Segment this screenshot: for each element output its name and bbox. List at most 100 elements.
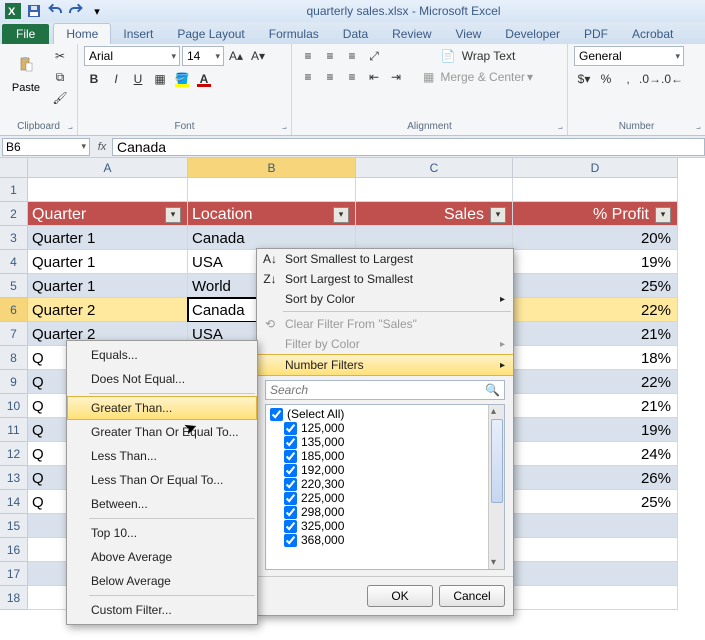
row-header[interactable]: 4 (0, 250, 28, 274)
align-top-icon[interactable]: ≡ (298, 46, 318, 66)
table-header[interactable]: Quarter▾ (28, 202, 188, 226)
row-header[interactable]: 16 (0, 538, 28, 562)
copy-icon[interactable]: ⧉ (50, 67, 70, 87)
sort-ascending-item[interactable]: A↓Sort Smallest to Largest (257, 249, 513, 269)
nf-between[interactable]: Between... (67, 492, 257, 516)
font-size-combo[interactable]: 14 (182, 46, 224, 66)
col-header-b[interactable]: B (188, 158, 356, 178)
tab-view[interactable]: View (444, 24, 494, 44)
row-header[interactable]: 11 (0, 418, 28, 442)
cell[interactable]: 25% (513, 490, 678, 514)
row-header[interactable]: 13 (0, 466, 28, 490)
filter-checkbox[interactable] (270, 408, 283, 421)
underline-button[interactable]: U (128, 69, 148, 89)
filter-value-item[interactable]: 185,000 (268, 449, 486, 463)
row-header[interactable]: 7 (0, 322, 28, 346)
merge-center-button[interactable]: ▦ Merge & Center ▾ (418, 67, 538, 87)
formula-input[interactable]: Canada (112, 138, 705, 156)
nf-less-equal[interactable]: Less Than Or Equal To... (67, 468, 257, 492)
tab-formulas[interactable]: Formulas (257, 24, 331, 44)
row-header[interactable]: 1 (0, 178, 28, 202)
align-right-icon[interactable]: ≡ (342, 67, 362, 87)
tab-file[interactable]: File (2, 24, 49, 44)
filter-search-input[interactable] (270, 383, 485, 397)
increase-decimal-icon[interactable]: .0→ (640, 69, 660, 89)
cell[interactable]: Quarter 1 (28, 274, 188, 298)
filter-dropdown-icon[interactable]: ▾ (165, 207, 181, 223)
cell[interactable] (356, 226, 513, 250)
decrease-decimal-icon[interactable]: .0← (662, 69, 682, 89)
cut-icon[interactable]: ✂ (50, 46, 70, 66)
ok-button[interactable]: OK (367, 585, 433, 607)
cell[interactable]: 19% (513, 250, 678, 274)
filter-dropdown-icon[interactable]: ▾ (655, 207, 671, 223)
align-bottom-icon[interactable]: ≡ (342, 46, 362, 66)
row-header[interactable]: 3 (0, 226, 28, 250)
row-header[interactable]: 12 (0, 442, 28, 466)
comma-icon[interactable]: , (618, 69, 638, 89)
col-header-d[interactable]: D (513, 158, 678, 178)
row-header[interactable]: 17 (0, 562, 28, 586)
nf-custom[interactable]: Custom Filter... (67, 598, 257, 622)
align-left-icon[interactable]: ≡ (298, 67, 318, 87)
row-header[interactable]: 18 (0, 586, 28, 610)
row-header[interactable]: 9 (0, 370, 28, 394)
italic-button[interactable]: I (106, 69, 126, 89)
cell[interactable]: 25% (513, 274, 678, 298)
nf-not-equal[interactable]: Does Not Equal... (67, 367, 257, 391)
cell[interactable]: Quarter 2 (28, 298, 188, 322)
scroll-thumb[interactable] (491, 419, 503, 503)
nf-greater-than[interactable]: Greater Than... (67, 396, 257, 420)
filter-checkbox[interactable] (284, 450, 297, 463)
cell[interactable] (188, 178, 356, 202)
cell[interactable] (513, 178, 678, 202)
table-header[interactable]: Location▾ (188, 202, 356, 226)
col-header-c[interactable]: C (356, 158, 513, 178)
filter-value-item[interactable]: 225,000 (268, 491, 486, 505)
format-painter-icon[interactable]: 🖌 (50, 88, 70, 108)
cell[interactable]: 19% (513, 418, 678, 442)
nf-below-avg[interactable]: Below Average (67, 569, 257, 593)
cell[interactable]: 22% (513, 298, 678, 322)
tab-acrobat[interactable]: Acrobat (620, 24, 685, 44)
cell[interactable]: 21% (513, 394, 678, 418)
filter-search-box[interactable]: 🔍 (265, 380, 505, 400)
nf-equals[interactable]: Equals... (67, 343, 257, 367)
cell[interactable] (513, 514, 678, 538)
cell[interactable]: Quarter 1 (28, 250, 188, 274)
tab-pdf[interactable]: PDF (572, 24, 620, 44)
tab-home[interactable]: Home (53, 23, 111, 44)
tab-page-layout[interactable]: Page Layout (165, 24, 256, 44)
filter-dropdown-icon[interactable]: ▾ (490, 207, 506, 223)
redo-icon[interactable] (67, 2, 85, 20)
cell[interactable] (513, 586, 678, 610)
nf-above-avg[interactable]: Above Average (67, 545, 257, 569)
grow-font-icon[interactable]: A▴ (226, 46, 246, 66)
filter-checkbox[interactable] (284, 506, 297, 519)
wrap-text-button[interactable]: 📄 Wrap Text (418, 46, 538, 66)
shrink-font-icon[interactable]: A▾ (248, 46, 268, 66)
tab-developer[interactable]: Developer (493, 24, 572, 44)
filter-value-item[interactable]: 135,000 (268, 435, 486, 449)
filter-values-list[interactable]: (Select All)125,000135,000185,000192,000… (265, 404, 505, 570)
name-box[interactable]: B6 (2, 138, 90, 156)
row-header[interactable]: 6 (0, 298, 28, 322)
filter-checkbox[interactable] (284, 436, 297, 449)
filter-value-item[interactable]: (Select All) (268, 407, 486, 421)
fill-color-button[interactable]: 🪣 (172, 69, 192, 89)
decrease-indent-icon[interactable]: ⇤ (364, 67, 384, 87)
cell[interactable]: 22% (513, 370, 678, 394)
tab-data[interactable]: Data (331, 24, 380, 44)
filter-value-item[interactable]: 220,300 (268, 477, 486, 491)
row-header[interactable]: 8 (0, 346, 28, 370)
cancel-button[interactable]: Cancel (439, 585, 505, 607)
cell[interactable]: Quarter 1 (28, 226, 188, 250)
filter-value-item[interactable]: 298,000 (268, 505, 486, 519)
paste-button[interactable]: Paste (6, 46, 46, 96)
number-format-combo[interactable]: General (574, 46, 684, 66)
filter-checkbox[interactable] (284, 478, 297, 491)
cell[interactable] (356, 178, 513, 202)
cell[interactable] (513, 538, 678, 562)
increase-indent-icon[interactable]: ⇥ (386, 67, 406, 87)
nf-top10[interactable]: Top 10... (67, 521, 257, 545)
